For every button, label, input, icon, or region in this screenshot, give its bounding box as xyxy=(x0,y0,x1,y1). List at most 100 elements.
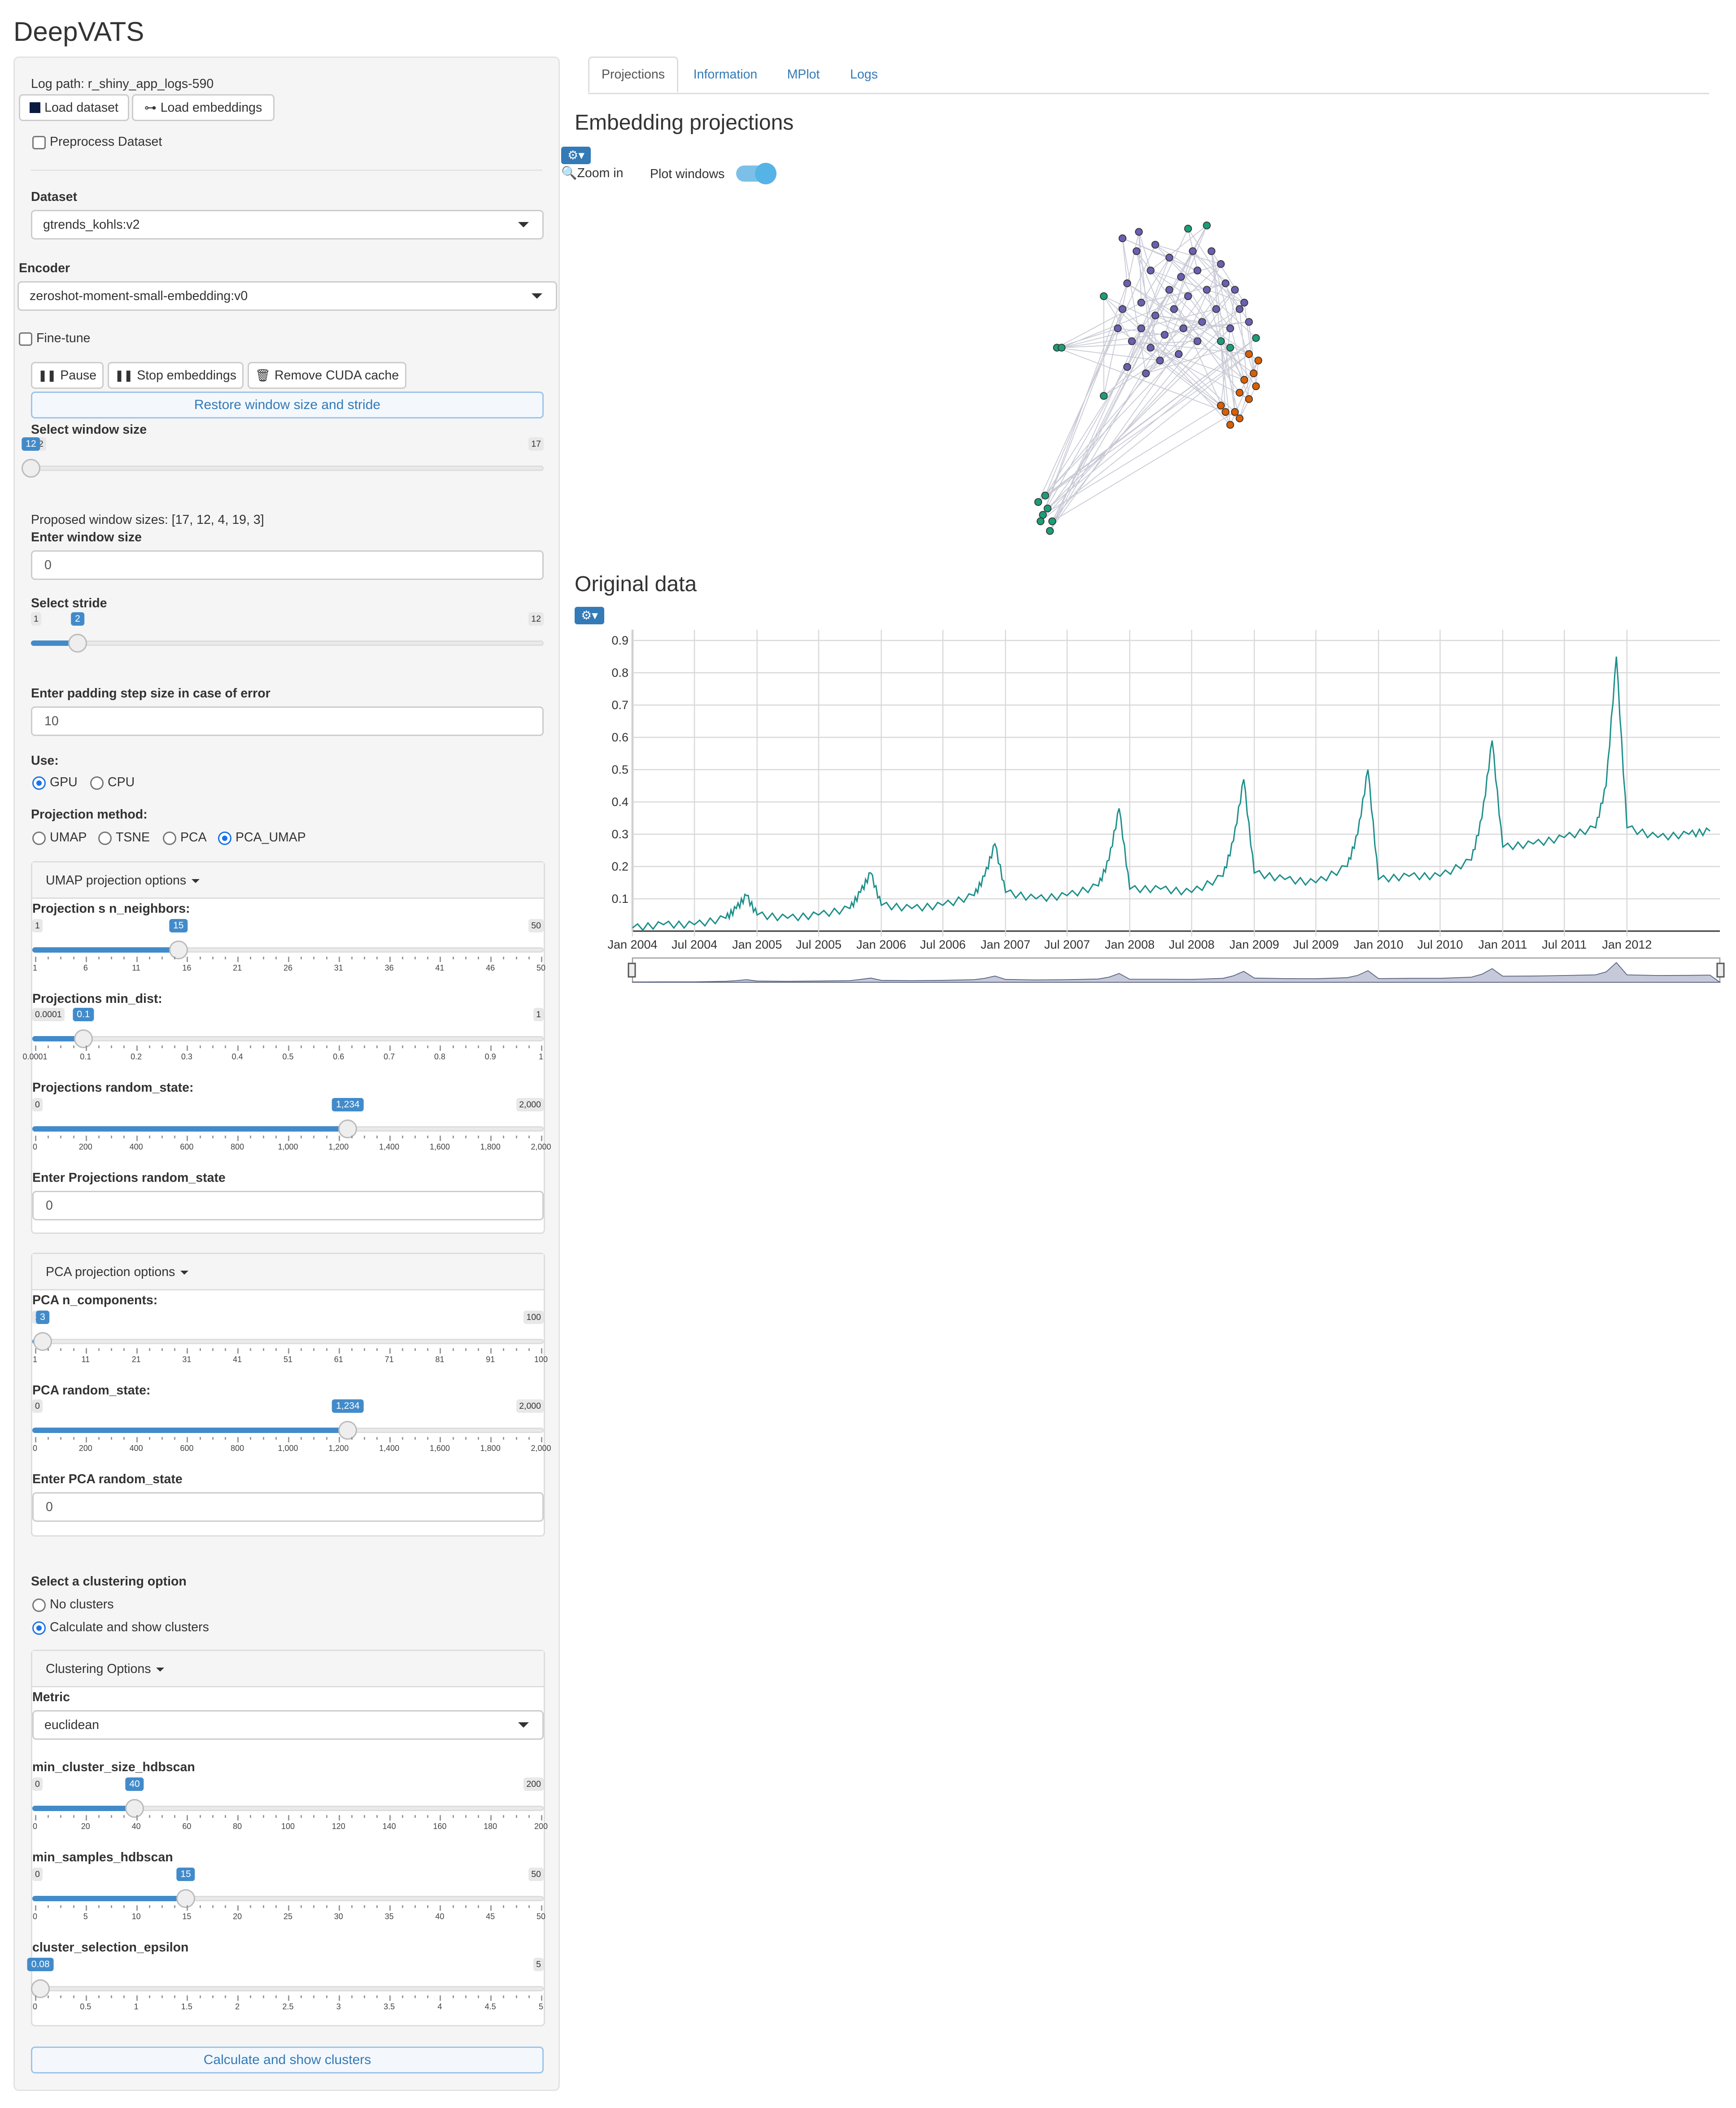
pca-radio[interactable] xyxy=(163,832,176,845)
slider-tick xyxy=(326,1437,327,1440)
slider-ticks: 0 5 10 15 20 25 30 35 40 45 50 xyxy=(32,1905,545,1924)
zoom-in-control[interactable]: 🔍Zoom in xyxy=(561,166,623,181)
slider-tick-label: 41 xyxy=(233,1355,242,1364)
slider-tick-label: 20 xyxy=(81,1822,90,1831)
pause-icon: ❚❚ xyxy=(114,369,133,382)
slider-tick-label: 0.8 xyxy=(434,1052,445,1061)
slider-tick xyxy=(528,1045,530,1048)
n-components-slider[interactable]: 110031112131415161718191100 xyxy=(32,1311,548,1364)
preprocess-checkbox[interactable] xyxy=(32,136,46,149)
slider-tick xyxy=(275,1045,277,1048)
gpu-radio[interactable] xyxy=(32,776,46,790)
slider-track[interactable] xyxy=(32,1036,544,1041)
no-clusters-radio[interactable] xyxy=(32,1598,46,1612)
min-cluster-slider[interactable]: 0 200 40 0 20 40 60 80 100 120 140 160 180 200 xyxy=(32,1777,548,1831)
cpu-radio[interactable] xyxy=(90,776,104,790)
pca-random-input[interactable]: 0 xyxy=(32,1492,544,1522)
stop-embeddings-button[interactable]: ❚❚ Stop embeddings xyxy=(108,362,244,389)
scatter-point xyxy=(1137,324,1145,332)
calculate-clusters-button[interactable]: Calculate and show clusters xyxy=(31,2047,544,2073)
x-tick-label: Jan 2011 xyxy=(1478,938,1527,951)
slider-tick-label: 1,000 xyxy=(278,1444,298,1453)
slider-min-label: 0 xyxy=(32,1399,43,1413)
stride-slider[interactable]: 1 12 2 xyxy=(31,612,544,663)
umap-panel-header[interactable]: UMAP projection options xyxy=(32,862,544,899)
projection-method-label: Projection method: xyxy=(31,807,148,822)
tab-mplot[interactable]: MPlot xyxy=(774,57,833,93)
scatter-point xyxy=(1177,273,1185,281)
slider-tick-label: 50 xyxy=(536,963,546,972)
pca-umap-radio[interactable] xyxy=(218,832,231,845)
random-state-slider[interactable]: 0 2,000 1,234 0 200 400 600 800 1,000 1,200 1,400 1… xyxy=(32,1098,551,1151)
slider-track[interactable] xyxy=(31,466,544,471)
scatter-point xyxy=(1226,344,1234,352)
pca-random-slider[interactable]: 0 2,000 1,234 0 200 400 600 800 1,000 1,200 1,400 1… xyxy=(32,1399,551,1453)
slider-tick xyxy=(301,1045,302,1048)
scatter-point xyxy=(1142,369,1150,378)
plot-windows-toggle[interactable] xyxy=(736,163,776,184)
window-size-slider[interactable]: 121712 xyxy=(22,437,544,488)
slider-max-label: 2,000 xyxy=(516,1399,544,1413)
tab-information[interactable]: Information xyxy=(680,57,771,93)
slider-tick xyxy=(465,1815,467,1818)
slider-tick-label: 80 xyxy=(233,1822,242,1831)
embedding-scatter-plot[interactable] xyxy=(1023,202,1278,545)
x-tick-label: Jan 2012 xyxy=(1602,938,1652,951)
slider-tick-label: 1,000 xyxy=(278,1142,298,1151)
metric-select[interactable]: euclidean xyxy=(32,1710,544,1740)
tsne-radio[interactable] xyxy=(98,832,112,845)
slider-handle[interactable] xyxy=(22,459,40,478)
min-samples-slider[interactable]: 0 50 15 0 5 10 15 20 25 30 35 40 45 50 xyxy=(32,1868,545,1921)
padding-input[interactable]: 10 xyxy=(31,706,544,736)
y-tick-label: 0.5 xyxy=(611,763,628,776)
slider-tick xyxy=(60,1348,62,1351)
original-data-chart[interactable]: 0.1 0.2 0.3 0.4 0.5 0.6 0.7 0.8 0.9 Jan 2004 Jul 2… xyxy=(592,619,1729,996)
gear-dropdown-button[interactable]: ⚙▾ xyxy=(561,147,591,164)
min-dist-slider[interactable]: 0.0001 1 0.1 0.0001 0.1 0.2 0.3 0.4 0.5 0.6 0.7 0.8… xyxy=(22,1008,544,1061)
finetune-checkbox[interactable] xyxy=(19,332,32,346)
enter-pca-label: Enter PCA random_state xyxy=(32,1472,183,1486)
pause-button[interactable]: ❚❚ Pause xyxy=(31,362,104,389)
load-dataset-button[interactable]: Load dataset xyxy=(19,94,129,121)
slider-track[interactable] xyxy=(32,1339,544,1344)
slider-tick-label: 0 xyxy=(32,1444,38,1453)
window-size-input[interactable]: 0 xyxy=(31,550,544,580)
load-embeddings-button[interactable]: ⊶ Load embeddings xyxy=(132,94,275,121)
slider-tick xyxy=(275,1437,277,1440)
scatter-point xyxy=(1226,421,1234,429)
main-tabs: Projections Information MPlot Logs xyxy=(588,57,1709,94)
pca-panel-header[interactable]: PCA projection options xyxy=(32,1254,544,1290)
tab-logs[interactable]: Logs xyxy=(836,57,892,93)
slider-tick-label: 46 xyxy=(486,963,495,972)
scatter-point xyxy=(1212,305,1220,313)
calc-clusters-radio[interactable] xyxy=(32,1621,46,1635)
dataset-select[interactable]: gtrends_kohls:v2 xyxy=(31,210,544,240)
umap-radio[interactable] xyxy=(32,832,46,845)
clustering-panel-header[interactable]: Clustering Options xyxy=(32,1651,544,1687)
random-state-input[interactable]: 0 xyxy=(32,1191,544,1220)
slider-handle[interactable] xyxy=(68,634,87,653)
slider-tick xyxy=(528,1995,530,1998)
epsilon-slider[interactable]: 0 5 0.08 0 0.5 1 1.5 2 2.5 3 3.5 4 4.5 5 xyxy=(27,1958,544,2011)
slider-tick xyxy=(148,1437,150,1440)
slider-tick xyxy=(136,1905,138,1911)
restore-window-button[interactable]: Restore window size and stride xyxy=(31,392,544,418)
slider-track[interactable] xyxy=(31,640,544,646)
scatter-point xyxy=(1203,286,1211,294)
slider-track[interactable] xyxy=(32,1986,544,1991)
tab-projections[interactable]: Projections xyxy=(588,57,678,93)
scatter-point xyxy=(1217,260,1225,268)
remove-cuda-button[interactable]: 🗑 Remove CUDA cache xyxy=(248,362,406,389)
encoder-select[interactable]: zeroshot-moment-small-embedding:v0 xyxy=(17,281,557,311)
slider-fill xyxy=(32,1806,135,1811)
clustering-options-panel: Clustering Options Metric euclidean min_… xyxy=(27,1650,548,2026)
slider-tick xyxy=(376,1815,378,1818)
slider-tick-label: 31 xyxy=(182,1355,192,1364)
slider-tick-label: 1 xyxy=(538,1052,544,1061)
scatter-point xyxy=(1156,357,1164,365)
slider-tick xyxy=(351,1045,353,1048)
slider-tick xyxy=(111,1437,113,1440)
slider-tick xyxy=(136,1348,138,1354)
slider-tick xyxy=(85,1348,87,1354)
n-neighbors-slider[interactable]: 1 50 15 1 6 11 16 21 26 31 36 41 46 50 xyxy=(32,919,546,972)
